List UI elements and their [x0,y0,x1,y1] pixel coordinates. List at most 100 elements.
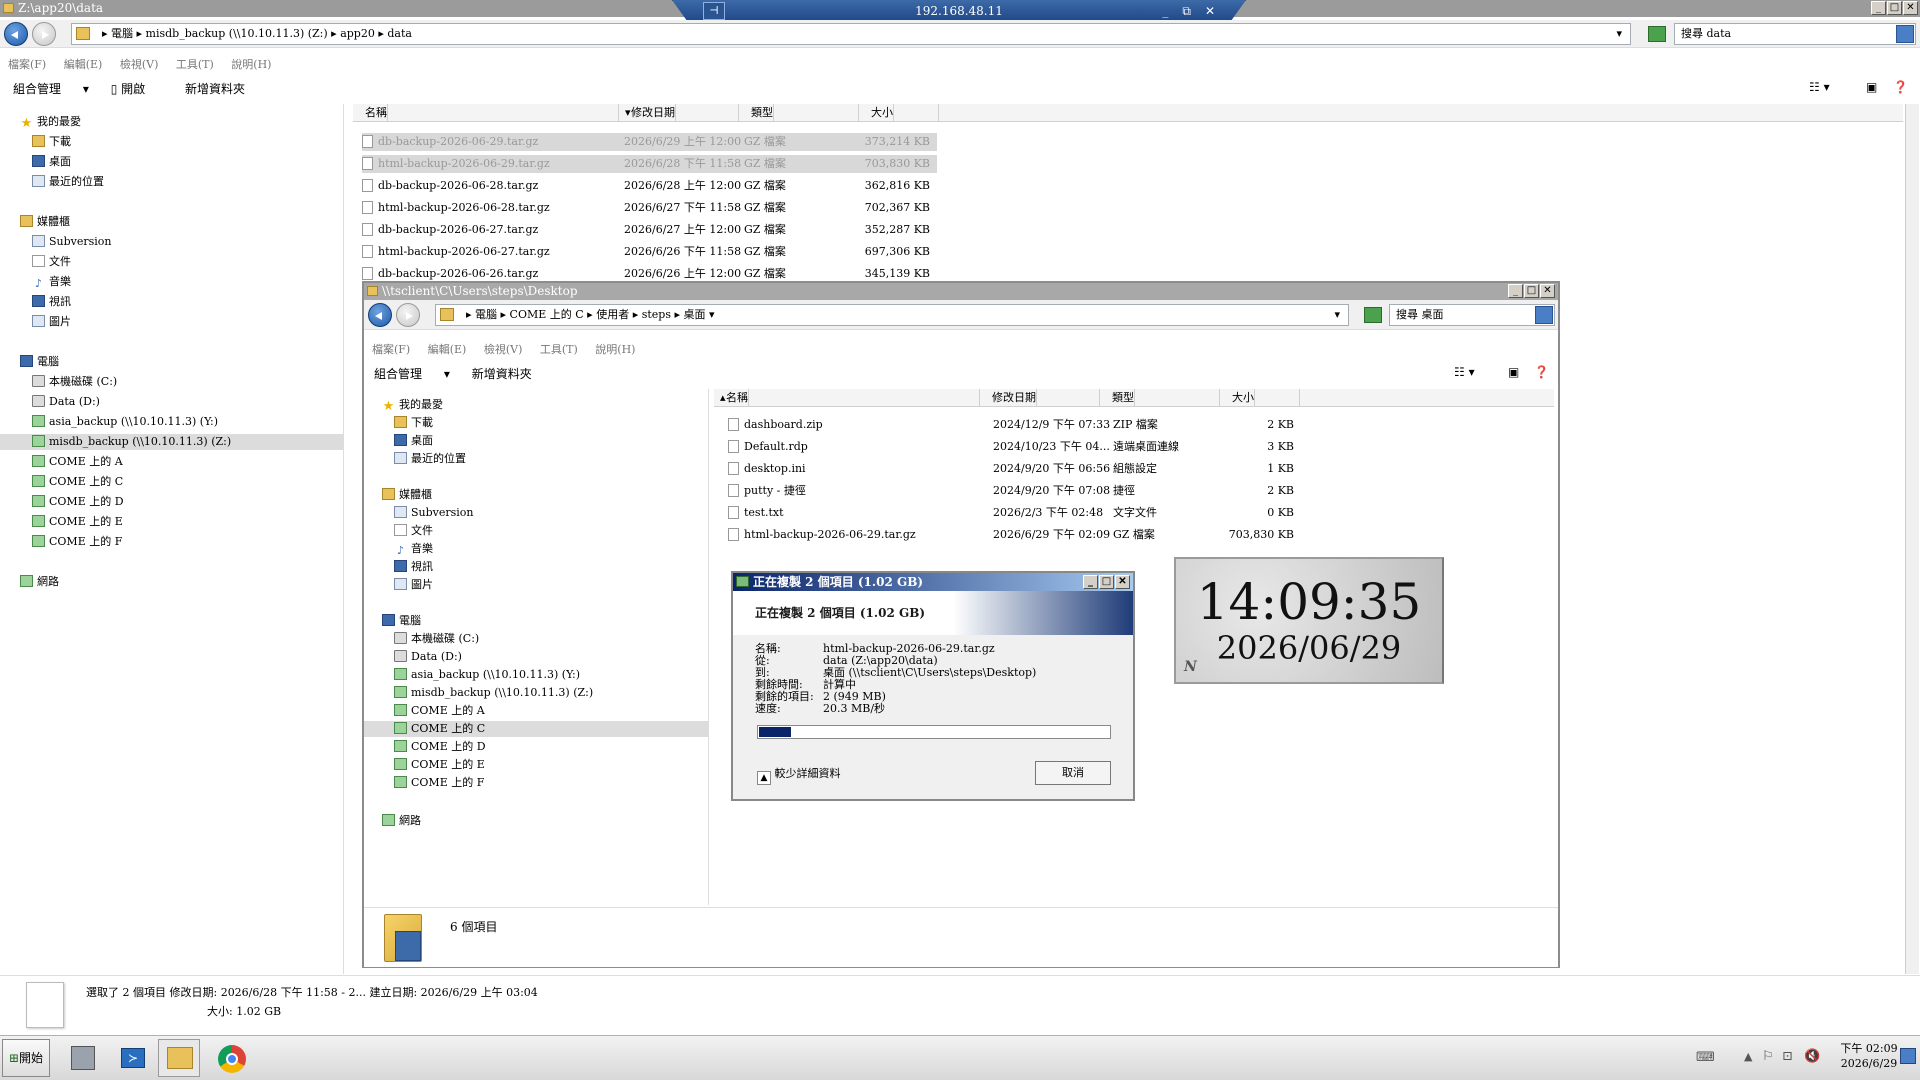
file-row[interactable]: html-backup-2026-06-27.tar.gz 2026/6/26 下… [362,243,937,261]
nav-pictures[interactable]: 圖片 [32,314,71,330]
nav-computer[interactable]: 電腦 [382,613,421,629]
nav-come-c[interactable]: COME 上的 C [32,474,123,490]
taskbar-server-manager[interactable] [64,1039,100,1077]
col-name[interactable]: 名稱 ▴ [714,389,980,406]
copy-maximize-button[interactable]: □ [1099,575,1114,589]
inner-search-input[interactable]: 搜尋 桌面 [1389,304,1555,326]
col-size[interactable]: 大小 [859,104,939,121]
nav-drive-z[interactable]: misdb_backup (\\10.10.11.3) (Z:) [0,434,343,450]
col-date[interactable]: 修改日期 ▾ [619,104,739,121]
start-button[interactable]: ⊞開始 [2,1039,50,1077]
breadcrumb-item[interactable]: COME 上的 C [510,308,584,321]
file-row[interactable]: Default.rdp 2024/10/23 下午 04... 遠端桌面連線 3 KB [728,438,1328,456]
file-row[interactable]: putty - 捷徑 2024/9/20 下午 07:08 捷徑 2 KB [728,482,1328,500]
tray-clock[interactable]: 下午 02:09 2026/6/29 [1834,1041,1904,1071]
menu-view[interactable]: 檢視(V) [120,58,159,71]
nav-libraries[interactable]: 媒體櫃 [20,214,70,230]
menu-help[interactable]: 說明(H) [231,58,271,71]
nav-come-f[interactable]: COME 上的 F [32,534,122,550]
preview-pane-icon[interactable]: ▣ [1508,365,1519,379]
taskbar-chrome[interactable] [212,1039,252,1077]
breadcrumb-item[interactable]: app20 [340,27,375,40]
copy-close-button[interactable]: ✕ [1115,575,1130,589]
file-row[interactable]: html-backup-2026-06-29.tar.gz 2026/6/29 下… [728,526,1328,544]
help-icon[interactable]: ❓ [1534,365,1549,379]
nav-drive-c[interactable]: 本機磁碟 (C:) [394,631,479,647]
nav-desktop[interactable]: 桌面 [32,154,71,170]
show-desktop-icon[interactable] [1900,1048,1916,1064]
nav-favorites[interactable]: ★ 我的最愛 [382,397,443,413]
nav-recent[interactable]: 最近的位置 [32,174,104,190]
nav-come-e[interactable]: COME 上的 E [32,514,123,530]
nav-drive-d[interactable]: Data (D:) [32,394,100,410]
nav-music[interactable]: ♪ 音樂 [394,541,433,557]
breadcrumb-item[interactable]: steps [642,308,671,321]
back-button[interactable] [368,303,392,327]
outer-scrollbar[interactable] [1905,104,1919,974]
nav-documents[interactable]: 文件 [32,254,71,270]
col-date[interactable]: 修改日期 [980,389,1100,406]
menu-edit[interactable]: 編輯(E) [64,58,103,71]
file-row[interactable]: html-backup-2026-06-29.tar.gz 2026/6/28 下… [362,155,937,173]
help-icon[interactable]: ❓ [1893,80,1908,94]
col-type[interactable]: 類型 [1100,389,1220,406]
keyboard-icon[interactable]: ⌨ [1696,1050,1715,1065]
nav-downloads[interactable]: 下載 [394,415,433,431]
nav-come-a[interactable]: COME 上的 A [394,703,485,719]
minimize-button[interactable]: _ [1871,1,1886,15]
nav-come-c[interactable]: COME 上的 C [364,721,708,737]
forward-button[interactable] [396,303,420,327]
preview-pane-icon[interactable]: ▣ [1866,80,1877,94]
menu-view[interactable]: 檢視(V) [484,343,523,356]
menu-file[interactable]: 檔案(F) [372,343,410,356]
file-row[interactable]: html-backup-2026-06-28.tar.gz 2026/6/27 下… [362,199,937,217]
nav-music[interactable]: ♪ 音樂 [32,274,71,290]
nav-drive-c[interactable]: 本機磁碟 (C:) [32,374,117,390]
inner-close-button[interactable]: ✕ [1540,284,1555,298]
file-row[interactable]: test.txt 2026/2/3 下午 02:48 文字文件 0 KB [728,504,1328,522]
cancel-button[interactable]: 取消 [1035,761,1111,785]
nav-network[interactable]: 網路 [382,813,421,829]
nav-favorites[interactable]: ★ 我的最愛 [20,114,81,130]
nav-downloads[interactable]: 下載 [32,134,71,150]
new-folder-button[interactable]: 新增資料夾 [185,82,245,96]
breadcrumb-item[interactable]: 桌面 [684,308,706,321]
show-hidden-icons[interactable]: ▲ [1744,1050,1752,1063]
nav-documents[interactable]: 文件 [394,523,433,539]
nav-videos[interactable]: 視訊 [394,559,433,575]
search-icon[interactable] [1896,25,1914,43]
nav-come-f[interactable]: COME 上的 F [394,775,484,791]
rdp-restore-icon[interactable]: ⧉ [1182,4,1191,18]
inner-minimize-button[interactable]: _ [1508,284,1523,298]
nav-drive-y[interactable]: asia_backup (\\10.10.11.3) (Y:) [32,414,218,430]
new-folder-button[interactable]: 新增資料夾 [472,367,532,381]
back-button[interactable] [4,22,28,46]
rdp-close-icon[interactable]: ✕ [1205,4,1215,18]
menu-help[interactable]: 說明(H) [595,343,635,356]
nav-network[interactable]: 網路 [20,574,59,590]
open-button[interactable]: ▯ 開啟 [111,82,163,96]
file-row[interactable]: db-backup-2026-06-28.tar.gz 2026/6/28 上午 … [362,177,937,195]
volume-muted-icon[interactable]: 🔇 [1804,1049,1820,1064]
taskbar-explorer[interactable] [158,1039,200,1077]
outer-search-input[interactable]: 搜尋 data [1674,23,1916,45]
taskbar-powershell[interactable]: ≻ [114,1039,150,1077]
close-button[interactable]: ✕ [1903,1,1918,15]
inner-maximize-button[interactable]: □ [1524,284,1539,298]
col-type[interactable]: 類型 [739,104,859,121]
nav-libraries[interactable]: 媒體櫃 [382,487,432,503]
breadcrumb-item[interactable]: 電腦 [111,27,133,40]
less-details-toggle[interactable]: ▲ 較少詳細資料 [757,765,841,785]
refresh-icon[interactable] [1648,26,1666,42]
nav-come-e[interactable]: COME 上的 E [394,757,485,773]
copy-minimize-button[interactable]: _ [1083,575,1098,589]
menu-tools[interactable]: 工具(T) [540,343,578,356]
view-options-icon[interactable]: ☷ ▾ [1809,80,1830,94]
nav-pictures[interactable]: 圖片 [394,577,433,593]
col-size[interactable]: 大小 [1220,389,1300,406]
breadcrumb-item[interactable]: misdb_backup (\\10.10.11.3) (Z:) [146,27,328,40]
breadcrumb-item[interactable]: 電腦 [475,308,497,321]
action-center-flag-icon[interactable]: ⚐ [1762,1049,1774,1064]
pin-icon[interactable]: ⊣ [703,2,725,20]
maximize-button[interactable]: □ [1887,1,1902,15]
